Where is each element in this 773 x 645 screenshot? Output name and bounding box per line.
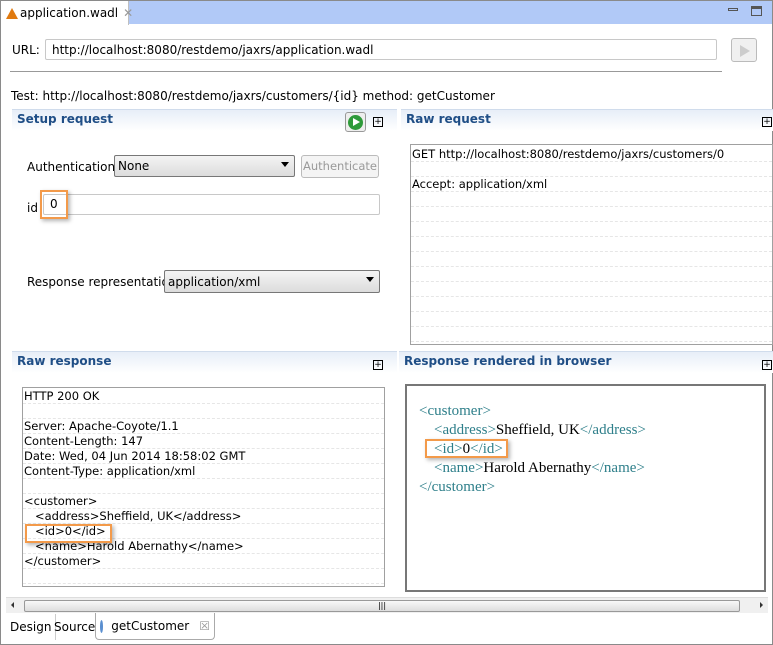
tab-design[interactable]: Design (6, 614, 57, 640)
text-line: Content-Length: 147 (23, 434, 384, 449)
expand-icon[interactable]: + (373, 117, 383, 127)
highlight-box (425, 439, 508, 458)
id-input[interactable]: 0 (43, 194, 380, 215)
xml-tag: </customer> (419, 479, 496, 495)
text-line: Server: Apache-Coyote/1.1 (23, 419, 384, 434)
rendered-response-header: Response rendered in browser (399, 351, 773, 373)
raw-request-header: Raw request (401, 109, 773, 131)
scrollbar-thumb[interactable]: ||| (24, 600, 740, 612)
repr-value: application/xml (168, 274, 261, 289)
scroll-left-icon[interactable] (11, 602, 14, 608)
browser-view[interactable]: <customer> <address>Sheffield, UK</addre… (405, 384, 766, 592)
auth-label: Authentication: (27, 160, 120, 174)
authenticate-button[interactable]: Authenticate (301, 155, 379, 178)
repr-label: Response representation: (27, 275, 181, 289)
text-line (411, 252, 772, 267)
play-circle-icon (348, 115, 363, 130)
highlight-box (40, 190, 68, 219)
raw-response-text[interactable]: HTTP 200 OK Server: Apache-Coyote/1.1 Cont… (22, 387, 385, 587)
xml-root-open: <customer> (419, 402, 764, 421)
editor-tab[interactable]: application.wadl ✕ (1, 1, 133, 25)
url-value: http://localhost:8080/restdemo/jaxrs/app… (52, 42, 374, 57)
panel-title: Response rendered in browser (404, 354, 612, 368)
text-line (411, 297, 772, 312)
text-line: </customer> (23, 554, 384, 569)
text-line (411, 222, 772, 237)
xml-field: <address>Sheffield, UK</address> (434, 422, 646, 438)
method-icon (100, 619, 104, 633)
close-icon[interactable]: ✕ (123, 6, 133, 20)
xml-field: <name>Harold Abernathy</name> (434, 460, 645, 476)
panel-title: Raw request (406, 112, 491, 126)
text-line (411, 312, 772, 327)
chevron-down-icon (366, 277, 374, 282)
wadl-file-icon (6, 7, 18, 19)
run-button[interactable] (731, 38, 757, 62)
expand-icon[interactable]: + (762, 360, 772, 370)
setup-request-header: Setup request (12, 109, 397, 131)
setup-request-panel: Setup request (12, 109, 397, 347)
auth-value: None (118, 159, 150, 173)
id-label: id (27, 201, 38, 215)
text-line: Content-Type: application/xml (23, 464, 384, 479)
text-line (411, 207, 772, 222)
raw-response-header: Raw response (12, 351, 397, 373)
editor-tab-title: application.wadl (20, 6, 119, 20)
close-icon[interactable]: ☒ (199, 619, 210, 633)
text-line (411, 237, 772, 252)
tab-getcustomer[interactable]: getCustomer ☒ (95, 613, 215, 640)
repr-select[interactable]: application/xml (164, 270, 380, 293)
text-line (23, 569, 384, 584)
tab-source[interactable]: Source (50, 614, 101, 640)
panel-title: Raw response (17, 354, 112, 368)
text-line (23, 479, 384, 494)
minimize-icon[interactable] (728, 8, 738, 11)
text-line (411, 162, 772, 177)
text-line (411, 267, 772, 282)
expand-icon[interactable]: + (373, 360, 383, 370)
auth-select[interactable]: None (114, 155, 295, 177)
text-line (23, 404, 384, 419)
text-line: <customer> (23, 494, 384, 509)
authenticate-label: Authenticate (303, 159, 377, 173)
send-request-button[interactable] (345, 112, 366, 132)
panel-title: Setup request (17, 112, 114, 126)
url-input[interactable]: http://localhost:8080/restdemo/jaxrs/app… (45, 39, 717, 60)
text-line: Date: Wed, 04 Jun 2014 18:58:02 GMT (23, 449, 384, 464)
maximize-icon[interactable] (751, 6, 762, 16)
raw-request-text[interactable]: GET http://localhost:8080/restdemo/jaxrs… (410, 144, 773, 345)
horizontal-scrollbar[interactable]: ||| (6, 597, 768, 613)
text-line (411, 192, 772, 207)
text-line (411, 282, 772, 297)
expand-icon[interactable]: + (762, 117, 772, 127)
text-line: GET http://localhost:8080/restdemo/jaxrs… (411, 147, 772, 162)
text-line (411, 327, 772, 342)
test-line: Test: http://localhost:8080/restdemo/jax… (11, 89, 495, 103)
text-line: Accept: application/xml (411, 177, 772, 192)
separator (10, 71, 722, 72)
text-line: HTTP 200 OK (23, 389, 384, 404)
highlight-box (25, 524, 112, 543)
xml-root-close: </customer> (419, 478, 764, 497)
xml-tag: <customer> (419, 403, 491, 419)
scroll-right-icon[interactable] (760, 602, 763, 608)
chevron-down-icon (281, 162, 289, 167)
url-label: URL: (12, 43, 40, 57)
text-line: <address>Sheffield, UK</address> (23, 509, 384, 524)
play-icon (740, 45, 750, 57)
